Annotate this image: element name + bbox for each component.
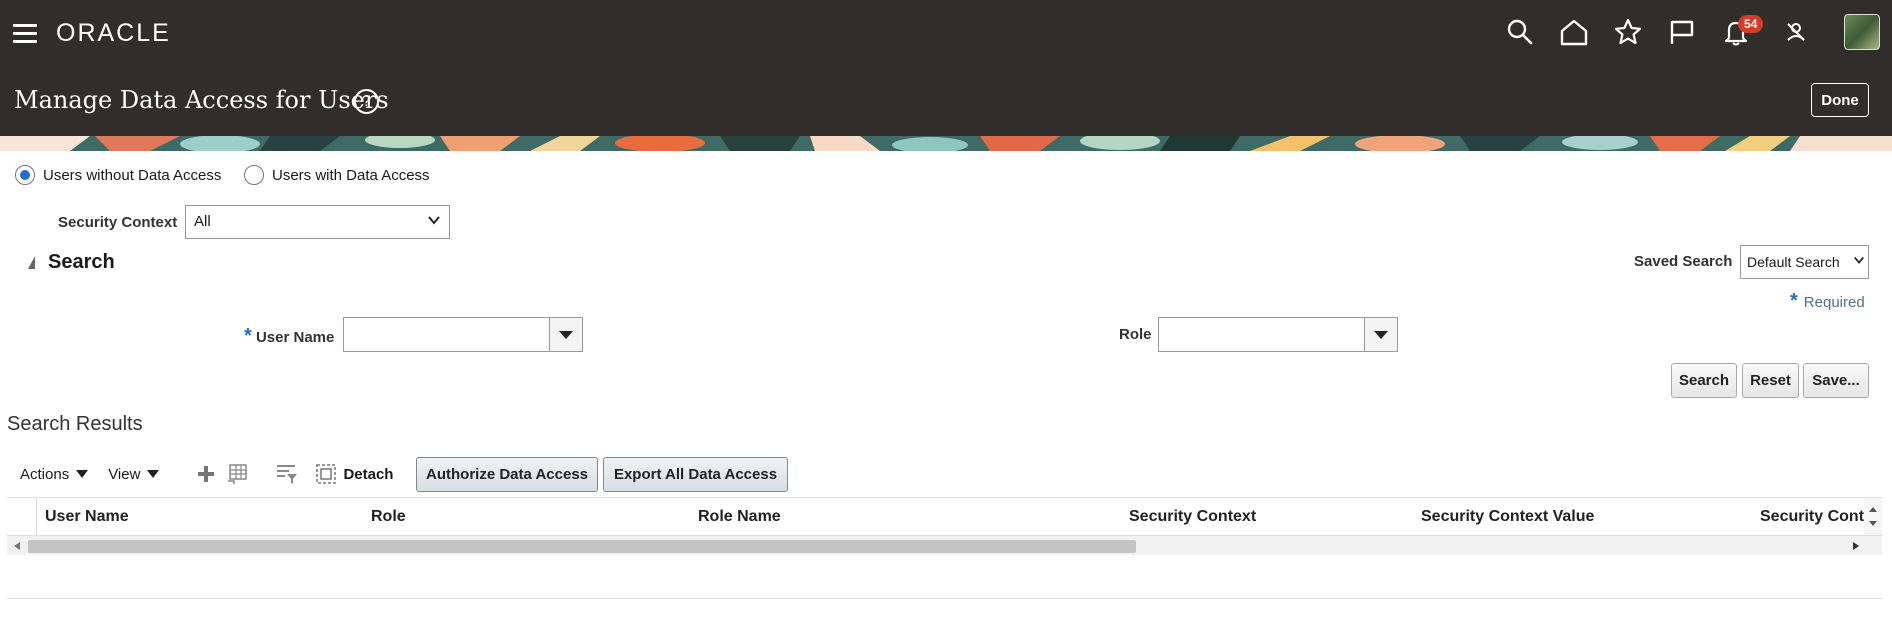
horizontal-scrollbar[interactable] <box>7 535 1882 555</box>
radio-unselected[interactable] <box>244 165 264 185</box>
bell-icon[interactable]: 54 <box>1718 12 1764 52</box>
radio-with-data-access[interactable]: Users with Data Access <box>244 165 430 185</box>
add-icon[interactable] <box>196 464 216 484</box>
user-name-dropdown-button[interactable] <box>549 318 582 351</box>
search-results-title: Search Results <box>7 413 143 435</box>
results-table: User Name Role Role Name Security Contex… <box>7 497 1882 555</box>
role-dropdown-button[interactable] <box>1364 318 1397 351</box>
column-header-role[interactable]: Role <box>371 508 406 526</box>
column-header-security-context-value[interactable]: Security Context Value <box>1421 508 1594 526</box>
authorize-data-access-button[interactable]: Authorize Data Access <box>416 457 598 492</box>
chevron-down-icon <box>1853 254 1865 266</box>
role-label: Role <box>1119 326 1152 343</box>
reset-button[interactable]: Reset <box>1742 363 1799 398</box>
detach-icon[interactable] <box>315 463 337 485</box>
column-header-user-name[interactable]: User Name <box>45 508 129 526</box>
export-all-data-access-button[interactable]: Export All Data Access <box>603 457 788 492</box>
security-context-select[interactable]: All <box>185 205 450 239</box>
radio-selected[interactable] <box>15 165 35 185</box>
security-context-label: Security Context <box>58 214 178 231</box>
caret-down-icon <box>559 330 573 339</box>
search-icon[interactable] <box>1502 12 1538 52</box>
results-toolbar: Actions View Detach <box>20 456 393 492</box>
column-header-role-name[interactable]: Role Name <box>698 508 781 526</box>
caret-down-icon <box>1374 330 1388 339</box>
view-label: View <box>108 465 141 483</box>
user-name-input[interactable] <box>343 317 583 352</box>
query-by-example-icon[interactable] <box>275 463 299 485</box>
radio-without-label: Users without Data Access <box>43 166 222 184</box>
banner-pattern-icon <box>0 136 1892 151</box>
security-context-value: All <box>194 213 211 230</box>
radio-without-data-access[interactable]: Users without Data Access <box>15 165 221 185</box>
star-icon[interactable] <box>1610 12 1646 52</box>
collapse-triangle-icon[interactable] <box>28 256 35 269</box>
caret-down-icon <box>76 470 89 478</box>
column-header-security-context[interactable]: Security Context <box>1129 508 1256 526</box>
chevron-down-icon <box>427 213 441 227</box>
search-section-title: Search <box>48 251 115 273</box>
saved-search-label: Saved Search <box>1634 253 1733 270</box>
required-text: Required <box>1803 294 1865 311</box>
view-menu[interactable]: View <box>108 465 160 483</box>
radio-with-label: Users with Data Access <box>272 166 430 184</box>
search-section-header[interactable]: Search <box>28 251 115 274</box>
user-name-label: * User Name <box>244 325 335 347</box>
page-title: Manage Data Access for Users <box>14 86 389 114</box>
decorative-banner <box>0 136 1892 151</box>
saved-search-select[interactable]: Default Search <box>1740 245 1869 279</box>
detach-label[interactable]: Detach <box>343 466 393 483</box>
save-search-button[interactable]: Save... <box>1803 363 1869 398</box>
freeze-columns-icon[interactable] <box>226 463 250 485</box>
help-icon[interactable]: ? <box>354 89 379 114</box>
caret-down-icon <box>147 470 160 478</box>
role-input[interactable] <box>1158 317 1398 352</box>
required-indicator: * Required <box>1790 290 1865 312</box>
notification-count-badge: 54 <box>1738 15 1764 33</box>
saved-search-value: Default Search <box>1747 254 1840 270</box>
flag-icon[interactable] <box>1664 12 1700 52</box>
global-header: ORACLE 54 Manage Data Access for Users ?… <box>0 0 1892 136</box>
avatar[interactable] <box>1844 14 1880 50</box>
menu-icon[interactable] <box>13 24 37 44</box>
done-button[interactable]: Done <box>1811 83 1869 117</box>
vertical-scrollbar[interactable] <box>1864 498 1882 535</box>
column-header-security-context-truncated[interactable]: Security Cont <box>1760 508 1864 526</box>
oracle-logo[interactable]: ORACLE <box>56 19 171 48</box>
user-name-label-text: User Name <box>255 329 335 346</box>
actions-menu[interactable]: Actions <box>20 465 89 483</box>
divider <box>7 598 1882 599</box>
user-offline-icon[interactable] <box>1778 12 1814 52</box>
actions-label: Actions <box>20 465 70 483</box>
scrollbar-thumb[interactable] <box>28 540 1136 553</box>
home-icon[interactable] <box>1556 12 1592 52</box>
search-button[interactable]: Search <box>1671 363 1737 398</box>
row-selector-header <box>7 498 37 535</box>
